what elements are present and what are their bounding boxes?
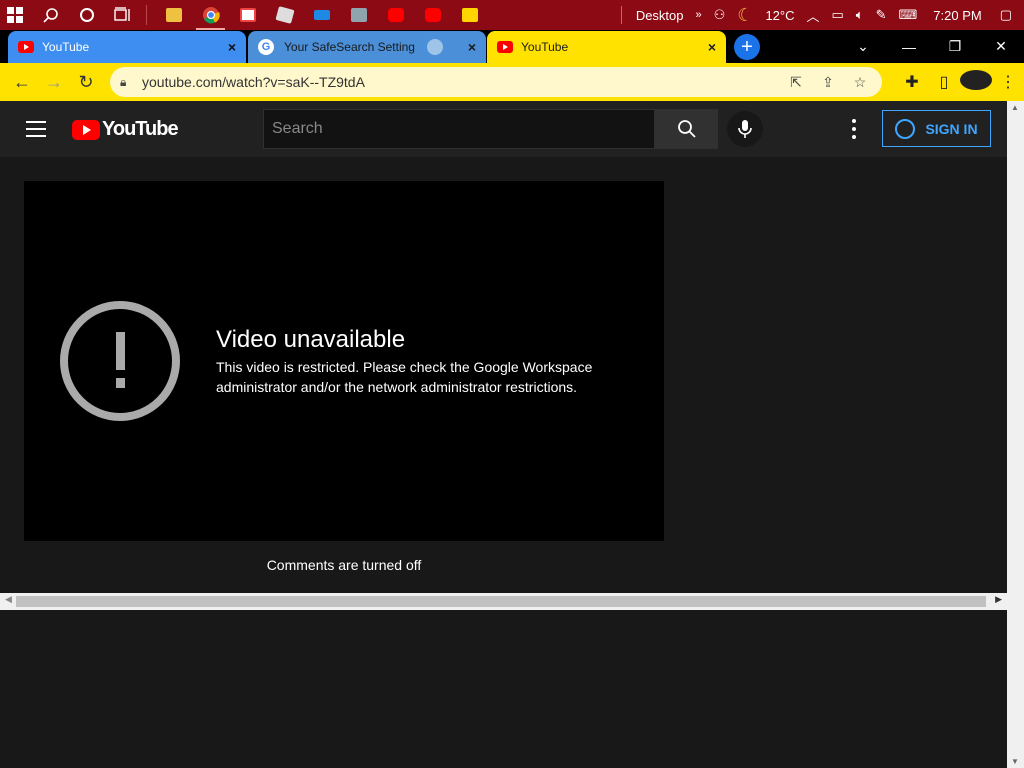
- tab-hover-preview-icon: [426, 39, 443, 55]
- store-icon[interactable]: [229, 0, 266, 30]
- youtube-header: YouTube Search SIGN IN: [0, 101, 1007, 157]
- youtube-play-icon: [72, 119, 100, 140]
- browser-toolbar: ← → ↻ 🔒︎ youtube.com/watch?v=saK--TZ9tdA…: [0, 63, 1024, 101]
- chrome-icon[interactable]: [192, 0, 229, 30]
- extensions-icon[interactable]: ✚: [896, 72, 928, 92]
- tab-title: YouTube: [42, 40, 90, 54]
- horizontal-scroll-thumb[interactable]: [16, 596, 986, 607]
- close-icon[interactable]: ×: [468, 39, 476, 55]
- microphone-icon: [738, 120, 752, 138]
- lock-icon[interactable]: 🔒︎: [120, 75, 132, 90]
- tab-search-chevron-icon[interactable]: ⌄: [840, 30, 886, 63]
- open-in-app-icon[interactable]: ⇱: [780, 74, 812, 91]
- sign-in-button[interactable]: SIGN IN: [882, 110, 991, 147]
- pen-icon[interactable]: ✎: [870, 7, 893, 23]
- close-icon[interactable]: ×: [228, 39, 236, 55]
- task-view-icon[interactable]: [108, 0, 138, 30]
- sign-in-label: SIGN IN: [925, 120, 978, 137]
- file-explorer-icon[interactable]: [155, 0, 192, 30]
- youtube-favicon-icon: [18, 41, 34, 53]
- roblox-icon[interactable]: [266, 0, 303, 30]
- windows-taskbar: Desktop » ⚇ ☾ 12°C ︿ ▭ 🔈︎ ✎ ⌨ 7:20 PM ▢: [0, 0, 1024, 30]
- bookmark-star-icon[interactable]: ☆: [844, 74, 876, 91]
- video-player[interactable]: Video unavailable This video is restrict…: [24, 181, 664, 541]
- page-empty-area: [0, 610, 1007, 768]
- youtube-logo-text: YouTube: [102, 118, 179, 140]
- moon-weather-icon: ☾: [737, 4, 754, 25]
- share-icon[interactable]: ⇪: [812, 74, 844, 91]
- scroll-left-arrow-icon[interactable]: ◀: [5, 594, 12, 605]
- youtube-app-icon[interactable]: [377, 0, 414, 30]
- new-tab-button[interactable]: +: [734, 34, 760, 60]
- video-unavailable-title: Video unavailable: [216, 326, 406, 353]
- close-icon[interactable]: ×: [708, 39, 716, 55]
- search-icon: [677, 120, 696, 138]
- comments-status: Comments are turned off: [266, 557, 422, 573]
- scroll-right-arrow-icon[interactable]: ▶: [995, 594, 1002, 605]
- youtube-favicon-icon: [497, 41, 513, 53]
- horizontal-scrollbar[interactable]: ◀ ▶: [0, 593, 1007, 610]
- scroll-down-arrow-icon[interactable]: ▼: [1011, 757, 1019, 766]
- back-arrow-icon[interactable]: ←: [6, 66, 38, 98]
- voice-search-button[interactable]: [727, 111, 763, 147]
- side-panel-icon[interactable]: ▯: [928, 72, 960, 92]
- monitor-app-icon[interactable]: [303, 0, 340, 30]
- reload-icon[interactable]: ↻: [70, 66, 102, 98]
- youtube-logo[interactable]: YouTube: [72, 118, 179, 141]
- chevron-double-right-icon[interactable]: »: [690, 9, 708, 21]
- video-restriction-message: This video is restricted. Please check t…: [216, 359, 593, 395]
- search-icon[interactable]: [36, 0, 66, 30]
- tab-youtube-active[interactable]: YouTube ×: [487, 31, 726, 63]
- url-text[interactable]: youtube.com/watch?v=saK--TZ9tdA: [142, 74, 365, 90]
- taskbar-divider: [146, 5, 147, 25]
- network-icon[interactable]: ▭: [826, 7, 850, 23]
- tab-safesearch[interactable]: G Your SafeSearch Setting ×: [248, 31, 486, 63]
- desktop-toolbar-label[interactable]: Desktop: [630, 8, 690, 23]
- google-favicon-icon: G: [258, 39, 274, 55]
- tab-strip: YouTube × G Your SafeSearch Setting × Yo…: [0, 30, 1024, 63]
- user-account-icon: [895, 118, 916, 139]
- restore-icon[interactable]: ❐: [932, 30, 978, 63]
- profile-avatar[interactable]: [960, 69, 992, 95]
- tray-divider: [620, 6, 622, 24]
- search-button[interactable]: [655, 109, 718, 149]
- scroll-up-arrow-icon[interactable]: ▲: [1011, 103, 1019, 112]
- people-icon[interactable]: ⚇: [708, 7, 732, 23]
- cortana-icon[interactable]: [72, 0, 102, 30]
- tab-title: Your SafeSearch Setting: [284, 40, 415, 54]
- minimize-icon[interactable]: —: [886, 30, 932, 63]
- chrome-menu-icon[interactable]: ⋮: [992, 72, 1024, 92]
- youtube-page: YouTube Search SIGN IN Video unavailable…: [0, 101, 1007, 593]
- exclamation-warning-icon: [60, 301, 180, 421]
- photos-icon[interactable]: [340, 0, 377, 30]
- settings-kebab-icon[interactable]: [848, 119, 860, 139]
- clock-time[interactable]: 7:20 PM: [923, 8, 991, 23]
- forward-arrow-icon[interactable]: →: [38, 66, 70, 98]
- close-window-icon[interactable]: ✕: [978, 30, 1024, 63]
- address-bar[interactable]: 🔒︎ youtube.com/watch?v=saK--TZ9tdA ⇱ ⇪ ☆: [110, 67, 882, 97]
- volume-icon[interactable]: 🔈︎: [850, 7, 870, 23]
- tab-youtube-1[interactable]: YouTube ×: [8, 31, 246, 63]
- search-input[interactable]: Search: [263, 109, 655, 149]
- screen: Desktop » ⚇ ☾ 12°C ︿ ▭ 🔈︎ ✎ ⌨ 7:20 PM ▢ …: [0, 0, 1024, 768]
- weather-temperature[interactable]: 12°C: [759, 8, 800, 23]
- tab-title: YouTube: [521, 40, 569, 54]
- notification-icon[interactable]: ▢: [992, 7, 1024, 23]
- keyboard-icon[interactable]: ⌨: [893, 7, 924, 23]
- system-tray: Desktop » ⚇ ☾ 12°C ︿ ▭ 🔈︎ ✎ ⌨ 7:20 PM ▢: [613, 0, 1024, 30]
- youtube-app-icon-2[interactable]: [414, 0, 451, 30]
- vertical-scrollbar[interactable]: ▲ ▼: [1007, 101, 1024, 768]
- sticky-notes-icon[interactable]: [451, 0, 488, 30]
- hamburger-menu-icon[interactable]: [26, 121, 46, 137]
- chevron-up-icon[interactable]: ︿: [800, 6, 825, 25]
- windows-start-icon[interactable]: [0, 0, 30, 30]
